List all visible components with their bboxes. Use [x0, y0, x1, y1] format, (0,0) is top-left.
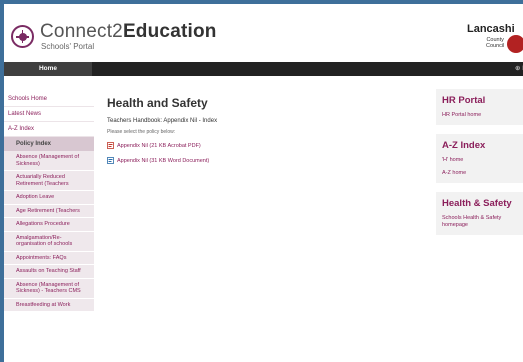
sidebar-sub-item[interactable]: Adoption Leave: [4, 191, 94, 205]
page-hint: Please select the policy below:: [107, 129, 176, 135]
council-crest-icon: [507, 35, 523, 53]
hr-portal-home-link[interactable]: HR Portal home: [442, 112, 517, 119]
sidebar-section-policy-index[interactable]: Policy Index: [4, 137, 94, 151]
sidebar-sub-item[interactable]: Assaults on Teaching Staff: [4, 265, 94, 279]
a-z-home-link[interactable]: A-Z home: [442, 170, 517, 177]
page-frame: Connect2Education Schools' Portal Lancas…: [4, 4, 523, 362]
sidebar-sub-item[interactable]: Amalgamation/Re-organisation of schools: [4, 231, 94, 252]
a-z-index-title: A-Z Index: [442, 140, 486, 151]
sidebar-item-a-z-index[interactable]: A-Z Index: [4, 122, 94, 137]
council-name: Lancashi: [467, 23, 515, 35]
document-row[interactable]: Appendix Nil (21 KB Acrobat PDF): [107, 141, 407, 150]
a-z-index-box: A-Z Index 'H' home A-Z home: [436, 134, 523, 183]
nav-logout-link[interactable]: ⊕ Lo: [515, 62, 523, 76]
document-link-word[interactable]: Appendix Nil (31 KB Word Document): [117, 158, 209, 164]
a-z-h-home-link[interactable]: 'H' home: [442, 157, 517, 164]
word-icon: [107, 157, 114, 164]
document-link-pdf[interactable]: Appendix Nil (21 KB Acrobat PDF): [117, 143, 201, 149]
nav-home-link[interactable]: Home: [4, 62, 92, 76]
right-column: HR Portal HR Portal home A-Z Index 'H' h…: [436, 89, 523, 244]
sidebar-sub-item[interactable]: Allegations Procedure: [4, 218, 94, 232]
left-sidebar: Schools Home Latest News A-Z Index Polic…: [4, 92, 94, 312]
sidebar-sub-item[interactable]: Breastfeeding at Work: [4, 298, 94, 312]
page-subtitle: Teachers Handbook: Appendix Nil - Index: [107, 118, 218, 124]
council-subtitle: County Council: [486, 37, 504, 49]
sidebar-sub-item[interactable]: Actuarially Reduced Retirement (Teachers: [4, 171, 94, 191]
brand-light-text: Connect2: [40, 21, 123, 42]
sidebar-item-latest-news[interactable]: Latest News: [4, 107, 94, 122]
health-safety-title: Health & Safety: [442, 198, 512, 209]
sidebar-sub-item[interactable]: Absence (Management of Sickness): [4, 151, 94, 171]
brand-bold-text: Education: [122, 21, 217, 42]
connect2education-logo-icon[interactable]: [11, 25, 34, 48]
site-brand[interactable]: Connect2Education: [40, 21, 217, 43]
page-title: Health and Safety: [107, 96, 208, 110]
top-nav: Home ⊕ Lo: [4, 62, 523, 76]
main-content: Health and Safety Teachers Handbook: App…: [107, 96, 407, 165]
document-row[interactable]: Appendix Nil (31 KB Word Document): [107, 156, 407, 165]
sidebar-sub-item[interactable]: Appointments: FAQs: [4, 251, 94, 265]
hr-portal-box: HR Portal HR Portal home: [436, 89, 523, 125]
hr-portal-title: HR Portal: [442, 95, 486, 106]
pdf-icon: [107, 142, 114, 149]
site-header: Connect2Education Schools' Portal Lancas…: [4, 4, 523, 59]
sidebar-sub-item[interactable]: Absence (Management of Sickness) - Teach…: [4, 278, 94, 299]
site-tagline: Schools' Portal: [41, 42, 95, 51]
schools-health-safety-link[interactable]: Schools Health & Safety homepage: [442, 215, 517, 229]
sidebar-item-schools-home[interactable]: Schools Home: [4, 92, 94, 107]
council-sub2: Council: [486, 43, 505, 49]
health-safety-box: Health & Safety Schools Health & Safety …: [436, 192, 523, 235]
sidebar-sub-item[interactable]: Age Retirement (Teachers: [4, 204, 94, 218]
